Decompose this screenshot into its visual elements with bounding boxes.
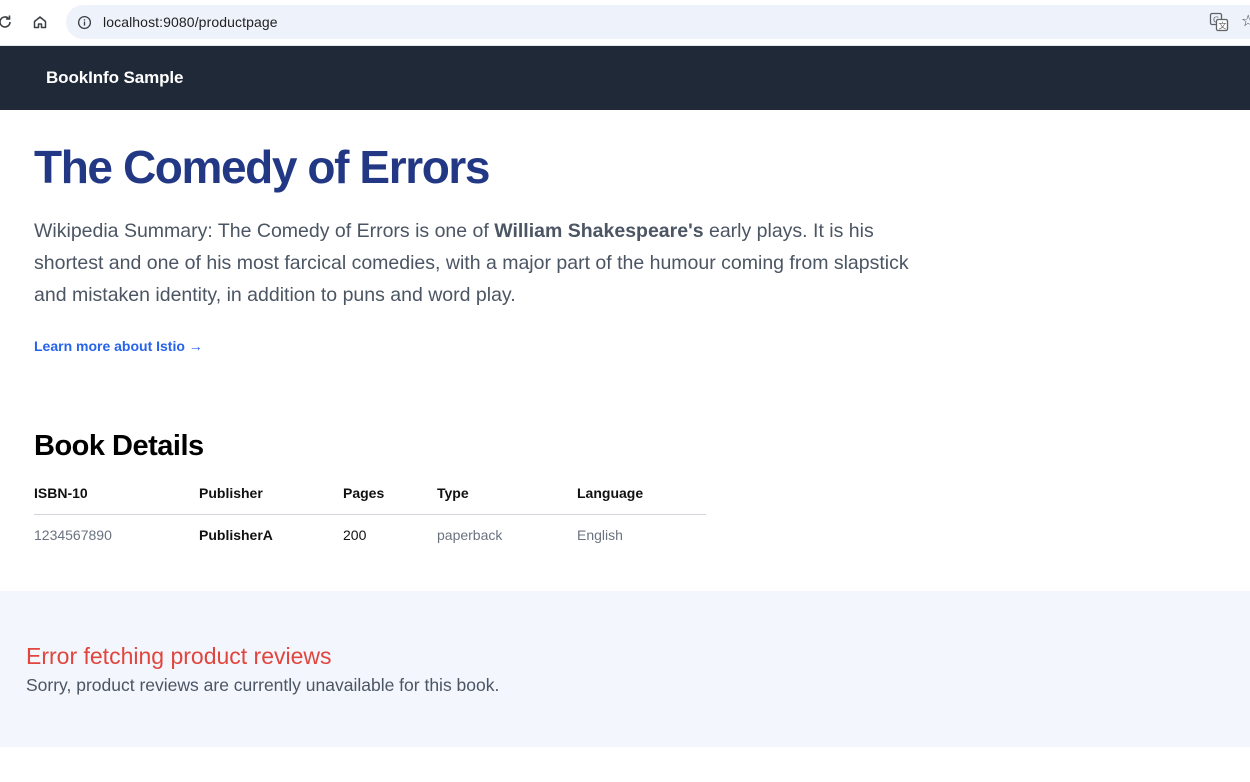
product-summary: Wikipedia Summary: The Comedy of Errors …: [34, 215, 934, 311]
reviews-error-title: Error fetching product reviews: [26, 643, 332, 669]
cell-pages: 200: [343, 527, 367, 544]
cell-language: English: [577, 527, 623, 544]
book-details-table: ISBN-10 Publisher Pages Type Language 12…: [34, 472, 706, 556]
summary-prefix: Wikipedia Summary: The Comedy of Errors …: [34, 220, 495, 242]
column-header-pages: Pages: [343, 472, 437, 515]
reviews-section: Error fetching product reviews Sorry, pr…: [0, 591, 1250, 747]
column-header-type: Type: [437, 472, 577, 515]
summary-author: William Shakespeare's: [494, 220, 704, 242]
navbar: BookInfo Sample: [0, 46, 1250, 110]
brand-title[interactable]: BookInfo Sample: [46, 68, 183, 88]
translate-icon[interactable]: G文: [1209, 12, 1229, 32]
book-details-heading: Book Details: [34, 430, 204, 462]
site-info-icon[interactable]: [75, 13, 93, 31]
bookmark-star-icon[interactable]: ☆: [1241, 12, 1250, 32]
url-text: localhost:9080/productpage: [103, 14, 278, 30]
column-header-publisher: Publisher: [199, 472, 343, 515]
address-bar[interactable]: localhost:9080/productpage: [66, 5, 1250, 39]
column-header-isbn: ISBN-10: [34, 472, 199, 515]
home-icon[interactable]: [29, 11, 51, 33]
cell-type: paperback: [437, 527, 503, 544]
cell-isbn: 1234567890: [34, 527, 112, 544]
svg-text:文: 文: [1219, 21, 1227, 31]
learn-more-link[interactable]: Learn more about Istio →: [34, 338, 203, 354]
browser-toolbar: localhost:9080/productpage G文 ☆: [0, 0, 1250, 46]
table-row: 1234567890 PublisherA 200 paperback Engl…: [34, 514, 706, 556]
column-header-language: Language: [577, 472, 706, 515]
cell-publisher: PublisherA: [199, 527, 273, 544]
reload-icon[interactable]: [0, 11, 16, 33]
table-header-row: ISBN-10 Publisher Pages Type Language: [34, 472, 706, 515]
page-title: The Comedy of Errors: [34, 141, 490, 193]
reviews-error-message: Sorry, product reviews are currently una…: [26, 675, 500, 695]
